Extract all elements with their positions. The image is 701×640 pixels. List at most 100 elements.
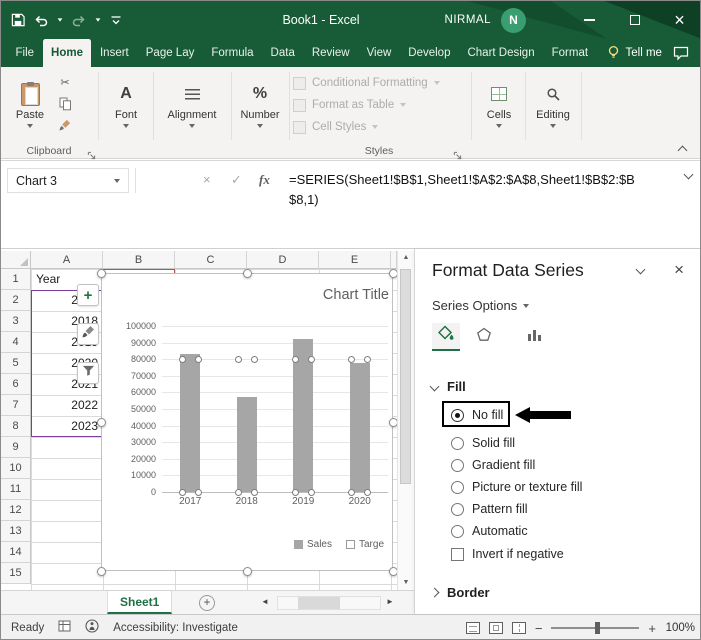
legend-item-sales[interactable]: Sales <box>294 539 332 550</box>
fill-option-solid-fill[interactable]: Solid fill <box>451 435 515 451</box>
row-header-4[interactable]: 4 <box>1 332 31 353</box>
radio-button[interactable] <box>451 503 464 516</box>
fill-option-gradient-fill[interactable]: Gradient fill <box>451 457 535 473</box>
horizontal-scrollbar[interactable] <box>277 596 381 610</box>
row-header-7[interactable]: 7 <box>1 395 31 416</box>
paste-dropdown-icon[interactable] <box>27 124 33 128</box>
ribbon-tab-home[interactable]: Home <box>43 39 92 67</box>
maximize-button[interactable] <box>612 1 657 39</box>
cut-icon[interactable]: ✂ <box>55 73 75 92</box>
radio-button[interactable] <box>451 525 464 538</box>
scroll-right-icon[interactable]: ► <box>386 597 394 606</box>
chart-legend[interactable]: Sales Targe <box>102 539 384 550</box>
ribbon-tab-formula[interactable]: Formula <box>203 39 262 67</box>
row-header-5[interactable]: 5 <box>1 353 31 374</box>
radio-button[interactable] <box>451 437 464 450</box>
vertical-scrollbar[interactable]: ▲ ▼ <box>397 251 413 590</box>
column-header-b[interactable]: B <box>103 251 175 269</box>
invert-checkbox[interactable] <box>451 548 464 561</box>
customize-quick-access-icon[interactable] <box>110 14 122 26</box>
row-header-6[interactable]: 6 <box>1 374 31 395</box>
row-header-12[interactable]: 12 <box>1 500 31 521</box>
ribbon-tab-data[interactable]: Data <box>262 39 303 67</box>
row-header-14[interactable]: 14 <box>1 542 31 563</box>
cells-group-button[interactable]: Cells <box>475 73 523 137</box>
ribbon-tab-chart-design[interactable]: Chart Design <box>459 39 543 67</box>
ribbon-tab-view[interactable]: View <box>358 39 400 67</box>
tell-me-button[interactable]: Tell me <box>607 39 662 67</box>
column-header-a[interactable]: A <box>31 251 103 269</box>
paste-button[interactable]: Paste <box>9 72 51 138</box>
radio-button[interactable] <box>451 459 464 472</box>
row-header-8[interactable]: 8 <box>1 416 31 437</box>
column-header-c[interactable]: C <box>175 251 247 269</box>
styles-item-format-as-table[interactable]: Format as Table <box>293 96 469 114</box>
formula-bar-expand-icon[interactable] <box>684 170 694 180</box>
formula-input[interactable]: =SERIES(Sheet1!$B$1,Sheet1!$A$2:$A$8,She… <box>289 170 641 210</box>
save-icon[interactable] <box>11 13 25 27</box>
accessibility-icon[interactable] <box>85 619 99 638</box>
row-header-2[interactable]: 2 <box>1 290 31 311</box>
editing-group-button[interactable]: Editing <box>527 73 579 137</box>
styles-item-conditional-formatting[interactable]: Conditional Formatting <box>293 74 469 92</box>
embedded-chart[interactable]: 0100002000030000400005000060000700008000… <box>101 273 393 571</box>
zoom-slider-thumb[interactable] <box>595 622 600 634</box>
chart-styles-button[interactable] <box>77 323 99 345</box>
pane-options-chevron-icon[interactable] <box>636 265 646 275</box>
chart-title[interactable]: Chart Title <box>323 287 389 303</box>
scroll-down-icon[interactable]: ▼ <box>398 576 414 590</box>
fill-option-picture-or-texture-fill[interactable]: Picture or texture fill <box>451 479 582 495</box>
name-box[interactable]: Chart 3 <box>7 168 129 193</box>
cancel-icon[interactable]: × <box>203 172 211 187</box>
sheet-tab-sheet1[interactable]: Sheet1 <box>107 591 172 614</box>
row-header-3[interactable]: 3 <box>1 311 31 332</box>
normal-view-icon[interactable] <box>466 622 480 634</box>
page-break-view-icon[interactable] <box>512 622 526 634</box>
new-sheet-button[interactable]: + <box>199 595 215 611</box>
zoom-in-icon[interactable]: + <box>648 621 656 636</box>
fill-option-automatic[interactable]: Automatic <box>451 523 528 539</box>
ribbon-tab-review[interactable]: Review <box>303 39 358 67</box>
effects-tab[interactable] <box>470 323 498 351</box>
row-header-9[interactable]: 9 <box>1 437 31 458</box>
row-header-11[interactable]: 11 <box>1 479 31 500</box>
alignment-group-button[interactable]: Alignment <box>155 73 229 137</box>
redo-icon[interactable] <box>72 14 86 27</box>
horizontal-scroll-thumb[interactable] <box>298 597 340 609</box>
fill-line-tab[interactable] <box>432 323 460 351</box>
scroll-up-icon[interactable]: ▲ <box>398 251 414 265</box>
undo-icon[interactable] <box>34 14 48 27</box>
fill-option-pattern-fill[interactable]: Pattern fill <box>451 501 528 517</box>
zoom-out-icon[interactable]: − <box>535 621 543 636</box>
format-painter-icon[interactable] <box>55 115 75 134</box>
row-header-13[interactable]: 13 <box>1 521 31 542</box>
border-section-toggle[interactable]: Border <box>431 585 490 600</box>
column-header-e[interactable]: E <box>319 251 391 269</box>
accessibility-status[interactable]: Accessibility: Investigate <box>113 622 238 634</box>
font-group-button[interactable]: A Font <box>101 73 151 137</box>
fill-section-toggle[interactable]: Fill <box>431 379 466 394</box>
comments-icon[interactable] <box>673 46 689 66</box>
record-macro-icon[interactable] <box>58 619 71 637</box>
number-group-button[interactable]: % Number <box>233 73 287 137</box>
enter-check-icon[interactable]: ✓ <box>231 172 242 188</box>
invert-if-negative-option[interactable]: Invert if negative <box>451 547 564 561</box>
zoom-slider[interactable] <box>551 627 639 629</box>
close-button[interactable]: × <box>657 1 701 39</box>
series-options-tab[interactable] <box>520 323 548 351</box>
scroll-left-icon[interactable]: ◄ <box>261 597 269 606</box>
copy-icon[interactable] <box>55 94 75 113</box>
row-header-15[interactable]: 15 <box>1 563 31 584</box>
undo-dropdown-icon[interactable] <box>58 18 63 21</box>
legend-item-targe[interactable]: Targe <box>346 539 384 550</box>
row-header-1[interactable]: 1 <box>1 269 31 290</box>
close-pane-icon[interactable]: × <box>674 260 684 280</box>
ribbon-tab-develop[interactable]: Develop <box>400 39 459 67</box>
page-layout-view-icon[interactable] <box>489 622 503 634</box>
row-header-10[interactable]: 10 <box>1 458 31 479</box>
account-area[interactable]: NIRMAL N <box>445 1 526 39</box>
ribbon-tab-file[interactable]: File <box>7 39 43 67</box>
styles-item-cell-styles[interactable]: Cell Styles <box>293 118 469 136</box>
select-all-corner[interactable] <box>1 251 31 269</box>
ribbon-tab-format[interactable]: Format <box>543 39 596 67</box>
